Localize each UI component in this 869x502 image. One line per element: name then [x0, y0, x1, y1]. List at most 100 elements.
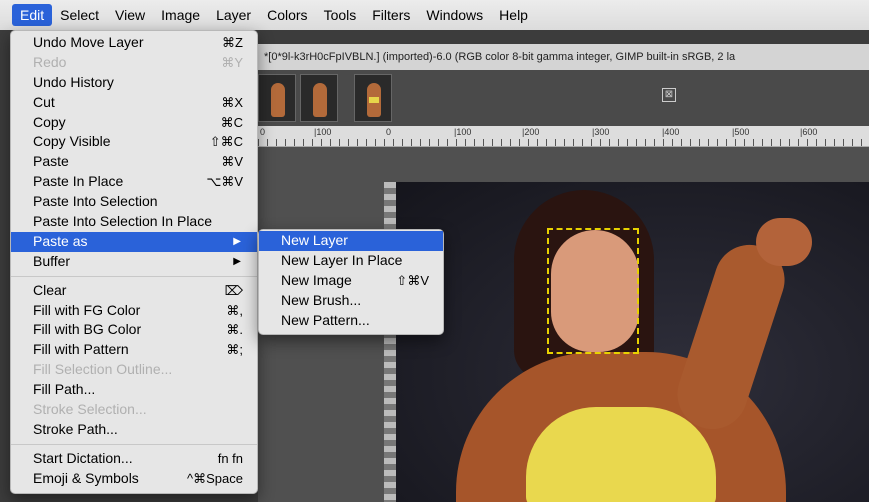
ruler-label: |500 — [732, 127, 750, 137]
menu-item-label: Cut — [33, 93, 55, 110]
shortcut: ⌘. — [226, 322, 243, 338]
submenu-arrow-icon: ▶ — [233, 255, 241, 267]
delete-forward-icon: ⌦ — [224, 282, 243, 298]
edit-menu: Undo Move Layer ⌘Z Redo ⌘Y Undo History Cu… — [10, 30, 258, 494]
submenu-arrow-icon: ▶ — [233, 235, 241, 247]
menu-item-start-dictation[interactable]: Start Dictation... fn fn — [11, 449, 257, 469]
image-tab-3[interactable] — [354, 74, 392, 122]
menu-item-buffer[interactable]: Buffer ▶ — [11, 252, 257, 272]
menu-item-label: Copy — [33, 113, 66, 130]
shortcut: ⇧⌘V — [396, 272, 429, 288]
shortcut: ⌘Y — [221, 54, 243, 70]
menu-item-stroke-path[interactable]: Stroke Path... — [11, 420, 257, 440]
menu-item-emoji-symbols[interactable]: Emoji & Symbols ^⌘Space — [11, 469, 257, 489]
menu-item-label: Emoji & Symbols — [33, 469, 139, 486]
ruler-label: 0 — [260, 127, 266, 137]
menu-item-label: Fill with Pattern — [33, 341, 129, 358]
menu-image[interactable]: Image — [153, 4, 208, 26]
image-tab-1[interactable] — [258, 74, 296, 122]
menu-colors[interactable]: Colors — [259, 4, 315, 26]
shortcut: ^⌘Space — [187, 470, 243, 486]
ruler-label: |400 — [662, 127, 680, 137]
submenu-item-new-layer[interactable]: New Layer — [259, 231, 443, 251]
menu-layer[interactable]: Layer — [208, 4, 259, 26]
menu-item-label: Fill Path... — [33, 381, 96, 398]
window-title: *[0*9l-k3rH0cFpIVBLN.] (imported)-6.0 (R… — [258, 44, 869, 70]
image-arm — [668, 235, 794, 439]
menu-tools[interactable]: Tools — [316, 4, 365, 26]
shortcut: ⌘X — [221, 94, 243, 110]
menu-item-fill-path[interactable]: Fill Path... — [11, 380, 257, 400]
image-tab-2[interactable] — [300, 74, 338, 122]
menu-item-label: Fill with FG Color — [33, 301, 141, 318]
ruler-label: 0 — [386, 127, 392, 137]
menu-item-label: Start Dictation... — [33, 449, 133, 466]
menu-item-label: Stroke Path... — [33, 420, 118, 437]
image-tabs: ⊠ — [258, 70, 869, 126]
menu-item-label: Paste In Place — [33, 173, 124, 190]
submenu-item-new-image[interactable]: New Image ⇧⌘V — [259, 271, 443, 291]
shortcut: ⌘C — [220, 114, 243, 130]
menu-item-label: New Brush... — [281, 291, 362, 308]
image-bikini — [526, 407, 716, 502]
menu-item-fill-bg-color[interactable]: Fill with BG Color ⌘. — [11, 320, 257, 340]
selection-marquee[interactable] — [547, 228, 639, 354]
menu-separator — [11, 275, 257, 277]
menu-item-label: Redo — [33, 53, 67, 70]
menu-item-undo-history[interactable]: Undo History — [11, 73, 257, 93]
menu-item-cut[interactable]: Cut ⌘X — [11, 93, 257, 113]
menu-filters[interactable]: Filters — [364, 4, 418, 26]
menu-item-label: Copy Visible — [33, 133, 111, 150]
menu-item-label: Fill Selection Outline... — [33, 361, 173, 378]
menu-item-paste-into-selection-in-place[interactable]: Paste Into Selection In Place — [11, 212, 257, 232]
menu-item-label: Fill with BG Color — [33, 321, 142, 338]
submenu-item-new-brush[interactable]: New Brush... — [259, 291, 443, 311]
menu-item-label: Undo Move Layer — [33, 34, 144, 50]
menu-item-fill-pattern[interactable]: Fill with Pattern ⌘; — [11, 340, 257, 360]
menu-item-label: New Pattern... — [281, 311, 370, 328]
menu-item-label: New Layer In Place — [281, 251, 403, 268]
menu-item-paste[interactable]: Paste ⌘V — [11, 152, 257, 172]
menu-item-undo-move-layer[interactable]: Undo Move Layer ⌘Z — [11, 33, 257, 53]
menu-item-paste-into-selection[interactable]: Paste Into Selection — [11, 192, 257, 212]
menu-item-label: Stroke Selection... — [33, 401, 147, 418]
shortcut: ⌘Z — [222, 35, 243, 50]
submenu-item-new-pattern[interactable]: New Pattern... — [259, 311, 443, 331]
menu-item-fill-fg-color[interactable]: Fill with FG Color ⌘, — [11, 301, 257, 321]
menu-item-label: Undo History — [33, 73, 114, 90]
menu-select[interactable]: Select — [52, 4, 107, 26]
menu-item-label: New Image — [281, 271, 352, 288]
menu-item-paste-as[interactable]: Paste as ▶ — [11, 231, 257, 252]
menu-item-label: Paste — [33, 153, 69, 170]
menubar: Edit Select View Image Layer Colors Tool… — [0, 0, 869, 30]
menu-help[interactable]: Help — [491, 4, 536, 26]
menu-item-copy[interactable]: Copy ⌘C — [11, 113, 257, 133]
menu-item-paste-in-place[interactable]: Paste In Place ⌥⌘V — [11, 172, 257, 192]
ruler-label: |600 — [800, 127, 818, 137]
menu-item-copy-visible[interactable]: Copy Visible ⇧⌘C — [11, 132, 257, 152]
menu-windows[interactable]: Windows — [418, 4, 491, 26]
menu-item-label: Paste Into Selection In Place — [33, 213, 212, 230]
submenu-item-new-layer-in-place[interactable]: New Layer In Place — [259, 251, 443, 271]
ruler-label: |300 — [592, 127, 610, 137]
shortcut: ⇧⌘C — [209, 134, 243, 150]
menu-item-clear[interactable]: Clear ⌦ — [11, 281, 257, 301]
ruler-ticks — [258, 139, 869, 146]
horizontal-ruler[interactable]: 0 |100 0 |100 |200 |300 |400 |500 |600 — [258, 126, 869, 147]
shortcut: ⌥⌘V — [206, 174, 243, 190]
ruler-label: |200 — [522, 127, 540, 137]
ruler-label: |100 — [454, 127, 472, 137]
menu-view[interactable]: View — [107, 4, 153, 26]
menu-item-stroke-selection: Stroke Selection... — [11, 400, 257, 420]
shortcut: ⌘, — [226, 302, 243, 318]
image-fist — [756, 218, 812, 266]
shortcut: ⌘V — [221, 154, 243, 170]
menu-separator — [11, 443, 257, 445]
canvas-image[interactable] — [396, 182, 869, 502]
tab-close-icon[interactable]: ⊠ — [662, 88, 676, 102]
shortcut: ⌘; — [226, 342, 243, 358]
menu-item-fill-selection-outline: Fill Selection Outline... — [11, 360, 257, 380]
menu-edit[interactable]: Edit — [12, 4, 53, 26]
shortcut: fn fn — [217, 450, 243, 466]
menu-item-redo: Redo ⌘Y — [11, 53, 257, 73]
